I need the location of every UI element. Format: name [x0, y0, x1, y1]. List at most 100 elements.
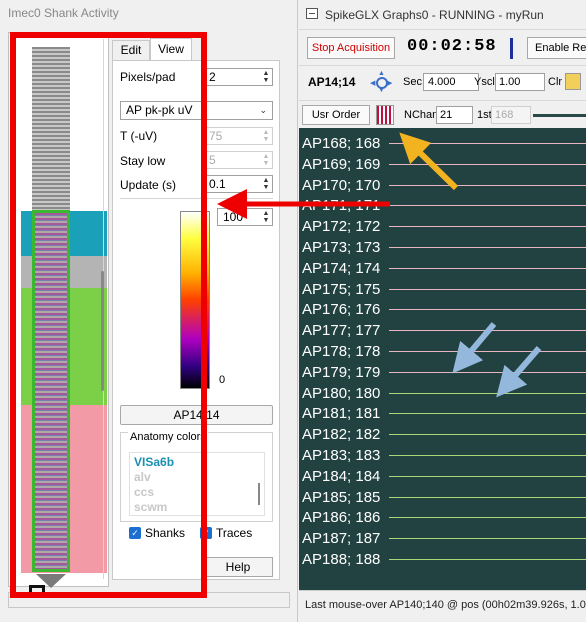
- trace-line: [389, 205, 586, 207]
- shank-active-region[interactable]: [32, 210, 70, 572]
- trace-label: AP168; 168: [302, 135, 381, 152]
- enable-recording-button[interactable]: Enable Recording: [527, 37, 586, 59]
- trace-row[interactable]: AP175; 175: [299, 278, 586, 299]
- trace-row[interactable]: AP182; 182: [299, 423, 586, 444]
- trace-label: AP179; 179: [302, 363, 381, 381]
- divider: [120, 198, 273, 199]
- trace-row[interactable]: AP186; 186: [299, 506, 586, 527]
- trace-label: AP173; 173: [302, 239, 381, 256]
- anatomy-item[interactable]: ccs: [134, 485, 154, 499]
- trace-label: AP181; 181: [302, 405, 381, 423]
- stay-low-value: 5: [209, 153, 216, 167]
- trace-row[interactable]: AP181; 181: [299, 402, 586, 423]
- color-scale-max-spinbox[interactable]: 100 ▲ ▼: [217, 208, 273, 226]
- window-title: SpikeGLX Graphs0 - RUNNING - myRun: [325, 8, 544, 22]
- yscl-spinbox[interactable]: 1.00: [495, 73, 545, 91]
- shanks-checkbox[interactable]: ✓: [129, 527, 141, 539]
- shank-scrollbar-thumb[interactable]: [101, 271, 104, 391]
- trace-row[interactable]: AP176; 176: [299, 298, 586, 319]
- recording-indicator: [510, 38, 513, 59]
- chevron-down-icon: ⌄: [259, 105, 267, 115]
- sec-label: Sec: [403, 76, 422, 88]
- pixels-per-pad-value: 2: [209, 70, 216, 84]
- trace-line: [389, 517, 586, 519]
- color-swatch-button[interactable]: [565, 73, 581, 90]
- trace-line: [389, 371, 586, 373]
- probe-channel-button[interactable]: AP14;14: [120, 405, 273, 425]
- pixels-per-pad-label: Pixels/pad: [120, 70, 176, 84]
- window-title: Imec0 Shank Activity: [8, 6, 119, 20]
- trace-label: AP171; 171: [302, 197, 381, 215]
- anatomy-colors-title: Anatomy colors: [128, 431, 208, 443]
- trace-line: [389, 184, 586, 186]
- tab-edit[interactable]: Edit: [112, 40, 150, 60]
- trace-line: [389, 434, 586, 436]
- metric-select[interactable]: AP pk-pk uV ⌄: [120, 101, 273, 120]
- spin-arrows-icon[interactable]: ▲ ▼: [261, 210, 271, 224]
- stay-low-label: Stay low: [120, 154, 166, 168]
- first-channel-label: 1st: [477, 109, 492, 121]
- shank-status-bar: [8, 592, 290, 608]
- trace-line: [389, 267, 586, 269]
- pixels-per-pad-spinbox[interactable]: 2 ▲ ▼: [203, 68, 273, 86]
- trace-row[interactable]: AP188; 188: [299, 548, 586, 569]
- divider: [299, 65, 586, 66]
- trace-row[interactable]: AP169; 169: [299, 153, 586, 174]
- trace-row[interactable]: AP180; 180: [299, 382, 586, 403]
- trace-row[interactable]: AP187; 187: [299, 527, 586, 548]
- trace-label: AP178; 178: [302, 343, 381, 360]
- color-scale-min-label: 0: [219, 374, 226, 386]
- clr-label: Clr: [548, 76, 563, 88]
- anatomy-item[interactable]: VISa6b: [134, 455, 174, 469]
- stop-acquisition-button[interactable]: Stop Acquisition: [307, 37, 395, 59]
- trace-line: [389, 247, 586, 248]
- anatomy-item[interactable]: scwm: [134, 500, 167, 514]
- trace-line: [389, 288, 586, 290]
- trace-line: [389, 163, 586, 165]
- shank-inactive-sites: [32, 47, 70, 210]
- trace-row[interactable]: AP173; 173: [299, 236, 586, 257]
- traces-checkbox-label: Traces: [216, 526, 253, 540]
- channel-map-icon[interactable]: [376, 105, 394, 125]
- traces-checkbox[interactable]: ✓: [200, 527, 212, 539]
- trace-row[interactable]: AP177; 177: [299, 319, 586, 340]
- trace-label: AP186; 186: [302, 509, 381, 527]
- color-scale-bar: [180, 211, 210, 389]
- trace-row[interactable]: AP174; 174: [299, 257, 586, 278]
- trace-line: [389, 351, 586, 352]
- trace-row[interactable]: AP178; 178: [299, 340, 586, 361]
- status-text: Last mouse-over AP140;140 @ pos (00h02m3…: [305, 599, 586, 611]
- spin-arrows-icon[interactable]: ▲ ▼: [261, 177, 271, 191]
- trace-label: AP185; 185: [302, 488, 381, 506]
- trace-row[interactable]: AP170; 170: [299, 174, 586, 195]
- trace-row[interactable]: AP185; 185: [299, 486, 586, 507]
- usr-order-button[interactable]: Usr Order: [302, 105, 370, 125]
- anatomy-list[interactable]: VISa6b alv ccs scwm: [129, 452, 265, 516]
- help-button[interactable]: Help: [203, 557, 273, 577]
- trace-row[interactable]: AP168; 168: [299, 132, 586, 153]
- first-channel-slider[interactable]: [533, 114, 586, 117]
- tab-view[interactable]: View: [150, 38, 192, 61]
- nchan-spinbox[interactable]: 21: [436, 106, 473, 124]
- current-channel-label: AP14;14: [308, 75, 356, 89]
- spin-arrows-icon[interactable]: ▲ ▼: [261, 70, 271, 84]
- trace-row[interactable]: AP183; 183: [299, 444, 586, 465]
- threshold-value: 75: [209, 129, 223, 143]
- trace-panel[interactable]: AP168; 168 AP169; 169 AP170; 170 AP171; 171…: [299, 128, 586, 590]
- update-spinbox[interactable]: 0.1 ▲ ▼: [203, 175, 273, 193]
- first-channel-spinbox: 168: [491, 106, 531, 124]
- sec-spinbox[interactable]: 4.000: [423, 73, 479, 91]
- trace-row[interactable]: AP184; 184: [299, 465, 586, 486]
- trace-row[interactable]: AP171; 171: [299, 194, 586, 215]
- trace-row[interactable]: AP172; 172: [299, 215, 586, 236]
- trace-label: AP170; 170: [302, 176, 381, 194]
- shanks-checkbox-label: Shanks: [145, 526, 186, 540]
- shank-view[interactable]: [8, 32, 109, 597]
- anatomy-list-scrollbar[interactable]: [258, 483, 260, 505]
- trace-row[interactable]: AP179; 179: [299, 361, 586, 382]
- anatomy-item[interactable]: alv: [134, 470, 151, 484]
- trace-label: AP180; 180: [302, 384, 381, 402]
- move-arrows-icon[interactable]: ▲ ▼ ◀ ▶: [370, 70, 393, 94]
- trace-line: [389, 559, 586, 560]
- trace-label: AP176; 176: [302, 301, 381, 319]
